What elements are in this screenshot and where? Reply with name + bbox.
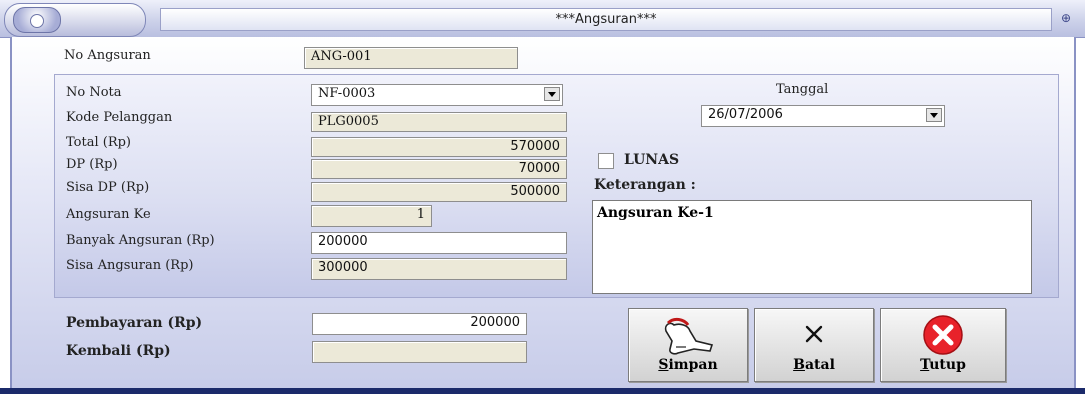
window-orb bbox=[4, 3, 146, 37]
kode-pelanggan-label: Kode Pelanggan bbox=[66, 110, 173, 125]
x-cancel-icon bbox=[805, 325, 823, 343]
angsuran-ke-field[interactable]: 1 bbox=[311, 205, 432, 227]
tanggal-select[interactable]: 26/07/2006 bbox=[701, 105, 945, 127]
system-menu-icon[interactable] bbox=[13, 7, 61, 33]
banyak-angsuran-label: Banyak Angsuran (Rp) bbox=[66, 233, 215, 248]
title-bar: ***Angsuran*** ⊕ bbox=[0, 0, 1085, 38]
angsuran-ke-label: Angsuran Ke bbox=[66, 207, 151, 222]
batal-button[interactable]: Batal bbox=[754, 308, 874, 382]
kembali-field[interactable] bbox=[312, 341, 527, 363]
dp-field[interactable]: 70000 bbox=[311, 159, 567, 179]
pembayaran-field[interactable]: 200000 bbox=[312, 313, 527, 335]
no-angsuran-field[interactable]: ANG-001 bbox=[304, 47, 518, 69]
tutup-button[interactable]: Tutup bbox=[880, 308, 1006, 382]
title-control-icon[interactable]: ⊕ bbox=[1058, 11, 1074, 26]
tanggal-label: Tanggal bbox=[776, 82, 829, 97]
bottom-border bbox=[0, 388, 1085, 394]
chevron-down-icon[interactable] bbox=[926, 108, 942, 122]
lunas-label: LUNAS bbox=[624, 152, 680, 168]
no-nota-value: NF-0003 bbox=[318, 86, 376, 101]
keterangan-label: Keterangan : bbox=[594, 177, 696, 193]
chevron-down-icon[interactable] bbox=[544, 87, 560, 101]
no-nota-label: No Nota bbox=[66, 85, 122, 100]
kembali-label: Kembali (Rp) bbox=[66, 343, 171, 359]
no-nota-select[interactable]: NF-0003 bbox=[311, 84, 563, 106]
sisa-angsuran-field[interactable]: 300000 bbox=[311, 258, 567, 280]
dp-label: DP (Rp) bbox=[66, 157, 118, 172]
tanggal-value: 26/07/2006 bbox=[708, 107, 783, 122]
total-label: Total (Rp) bbox=[66, 135, 132, 150]
angsuran-window: ***Angsuran*** ⊕ No Angsuran ANG-001 No … bbox=[0, 0, 1085, 394]
sisa-dp-label: Sisa DP (Rp) bbox=[66, 180, 150, 195]
simpan-button[interactable]: Simpan bbox=[628, 308, 748, 382]
no-angsuran-label: No Angsuran bbox=[64, 48, 151, 63]
tutup-label: Tutup bbox=[920, 357, 966, 373]
pembayaran-label: Pembayaran (Rp) bbox=[66, 315, 203, 331]
sisa-angsuran-label: Sisa Angsuran (Rp) bbox=[66, 258, 194, 273]
keterangan-textarea[interactable]: Angsuran Ke-1 bbox=[592, 200, 1032, 294]
simpan-label: Simpan bbox=[658, 357, 718, 373]
red-x-circle-icon bbox=[923, 315, 963, 355]
sisa-dp-field[interactable]: 500000 bbox=[311, 182, 567, 202]
banyak-angsuran-field[interactable]: 200000 bbox=[311, 232, 567, 254]
hand-pointer-icon bbox=[664, 317, 714, 355]
kode-pelanggan-field[interactable]: PLG0005 bbox=[311, 112, 567, 132]
lunas-checkbox[interactable] bbox=[598, 153, 614, 169]
total-field[interactable]: 570000 bbox=[311, 137, 567, 157]
window-title: ***Angsuran*** bbox=[160, 8, 1052, 31]
batal-label: Batal bbox=[793, 357, 835, 373]
